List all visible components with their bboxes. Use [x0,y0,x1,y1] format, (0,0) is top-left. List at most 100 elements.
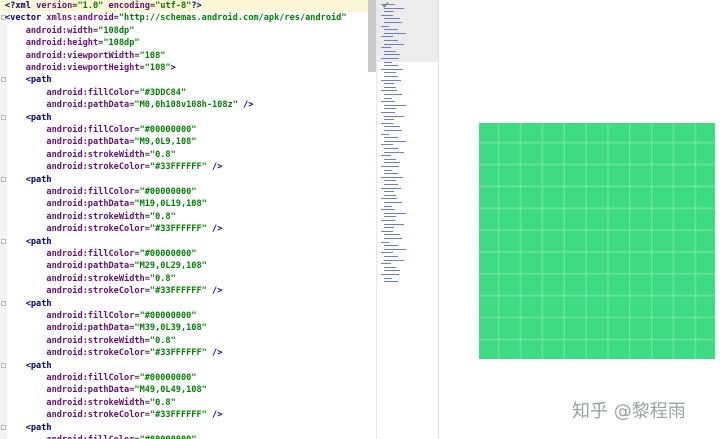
code-line[interactable]: <vector xmlns:android="http://schemas.an… [0,12,347,24]
code-line[interactable]: android:fillColor="#3DDC84" [0,87,186,99]
code-line[interactable]: android:fillColor="#00000000" [0,310,196,322]
code-line[interactable]: android:fillColor="#00000000" [0,248,196,260]
minimap-mark [384,22,402,23]
code-line[interactable]: android:fillColor="#00000000" [0,434,196,439]
code-line[interactable]: android:strokeColor="#33FFFFFF" /> [0,347,222,359]
minimap-mark [384,223,404,225]
minimap-mark [384,18,400,20]
minimap-mark [384,238,402,239]
minimap-mark [384,194,396,196]
code-line[interactable]: <path [0,112,52,124]
minimap-mark [384,29,398,31]
code-line[interactable]: <path [0,422,52,434]
watermark-text: 知乎 @黎程雨 [572,401,686,422]
error-stripe-minimap[interactable]: ✔ [376,0,438,439]
code-line[interactable]: android:viewportHeight="108"> [0,62,176,74]
minimap-mark [381,274,399,275]
minimap-mark [384,130,402,131]
code-line[interactable]: android:strokeColor="#33FFFFFF" /> [0,409,222,421]
background-fill [479,123,715,359]
minimap-mark [384,227,394,229]
code-editor[interactable]: <?xml version="1.0" encoding="utf-8"?> <v… [0,0,376,439]
code-line[interactable]: android:pathData="M9,0L9,108" [0,136,196,148]
minimap-mark [384,97,392,99]
vector-preview-image [479,123,715,359]
minimap-mark [381,4,395,5]
minimap-mark [384,148,398,149]
minimap-mark [384,248,406,250]
code-line[interactable]: <path [0,360,52,372]
minimap-mark [384,54,400,56]
minimap-mark [384,234,400,236]
minimap-mark [384,173,398,175]
minimap-mark [384,61,392,63]
code-line[interactable]: android:fillColor="#00000000" [0,372,196,384]
minimap-mark [384,169,392,171]
code-line[interactable]: android:pathData="M29,0L29,108" [0,260,206,272]
minimap-mark [384,50,396,52]
minimap-mark [381,25,389,27]
minimap-mark [384,266,396,268]
minimap-mark [384,216,396,218]
minimap-mark [384,108,396,110]
checkmark-icon: ✔ [382,1,390,11]
minimap-mark [384,40,398,41]
code-line[interactable]: <path [0,74,52,86]
code-line[interactable]: android:pathData="M0,0h108v108h-108z" /> [0,99,253,111]
code-line[interactable]: android:strokeColor="#33FFFFFF" /> [0,285,222,297]
code-line[interactable]: android:strokeColor="#33FFFFFF" /> [0,161,222,173]
minimap-mark [381,198,397,200]
code-line[interactable]: android:strokeColor="#33FFFFFF" /> [0,223,222,235]
minimap-mark [381,68,403,70]
minimap-mark [384,119,394,121]
minimap-mark [384,32,406,34]
minimap-mark [381,263,391,265]
minimap-mark [384,126,400,128]
minimap-mark [384,104,406,106]
code-line[interactable]: android:strokeWidth="0.8" [0,335,175,347]
minimap-mark [384,277,392,279]
code-line[interactable]: android:strokeWidth="0.8" [0,273,175,285]
code-line[interactable]: <?xml version="1.0" encoding="utf-8"?> [0,0,376,12]
code-line[interactable]: android:strokeWidth="0.8" [0,211,175,223]
minimap-mark [381,79,401,81]
code-line[interactable]: android:viewportWidth="108" [0,50,166,62]
minimap-mark [384,162,400,164]
minimap-mark [384,43,404,45]
vector-preview-pane: 知乎 @黎程雨 [438,0,720,439]
minimap-mark [381,122,393,124]
code-line[interactable]: android:height="108dp" [0,37,140,49]
minimap-mark [381,241,389,243]
minimap-mark [381,252,393,254]
minimap-mark [381,58,399,59]
minimap-mark [384,7,404,9]
code-line[interactable]: android:strokeWidth="0.8" [0,149,175,161]
minimap-mark [384,259,404,261]
minimap-mark [384,180,396,182]
code-line[interactable]: android:pathData="M19,0L19,108" [0,198,206,210]
code-line[interactable]: android:strokeWidth="0.8" [0,397,175,409]
code-line[interactable]: android:fillColor="#00000000" [0,186,196,198]
code-line[interactable]: <path [0,298,52,310]
minimap-mark [384,270,400,272]
editor-scrollbar[interactable] [368,0,376,72]
minimap-mark [381,14,393,16]
minimap-mark [384,72,396,74]
minimap-mark [381,101,395,103]
minimap-mark [384,245,398,247]
code-line[interactable]: android:pathData="M49,0L49,108" [0,384,206,396]
code-line[interactable]: <path [0,174,52,186]
code-line[interactable]: android:width="108dp" [0,25,135,37]
minimap-mark [384,184,398,185]
minimap-mark [384,212,406,214]
minimap-mark [384,137,398,139]
code-line[interactable]: <path [0,236,52,248]
minimap-mark [381,47,391,49]
minimap-mark [381,220,395,221]
minimap-mark [384,86,396,88]
minimap-mark [381,112,395,113]
minimap-mark [384,76,398,77]
minimap-mark [381,209,395,211]
code-line[interactable]: android:pathData="M39,0L39,108" [0,322,206,334]
code-line[interactable]: android:fillColor="#00000000" [0,124,196,136]
